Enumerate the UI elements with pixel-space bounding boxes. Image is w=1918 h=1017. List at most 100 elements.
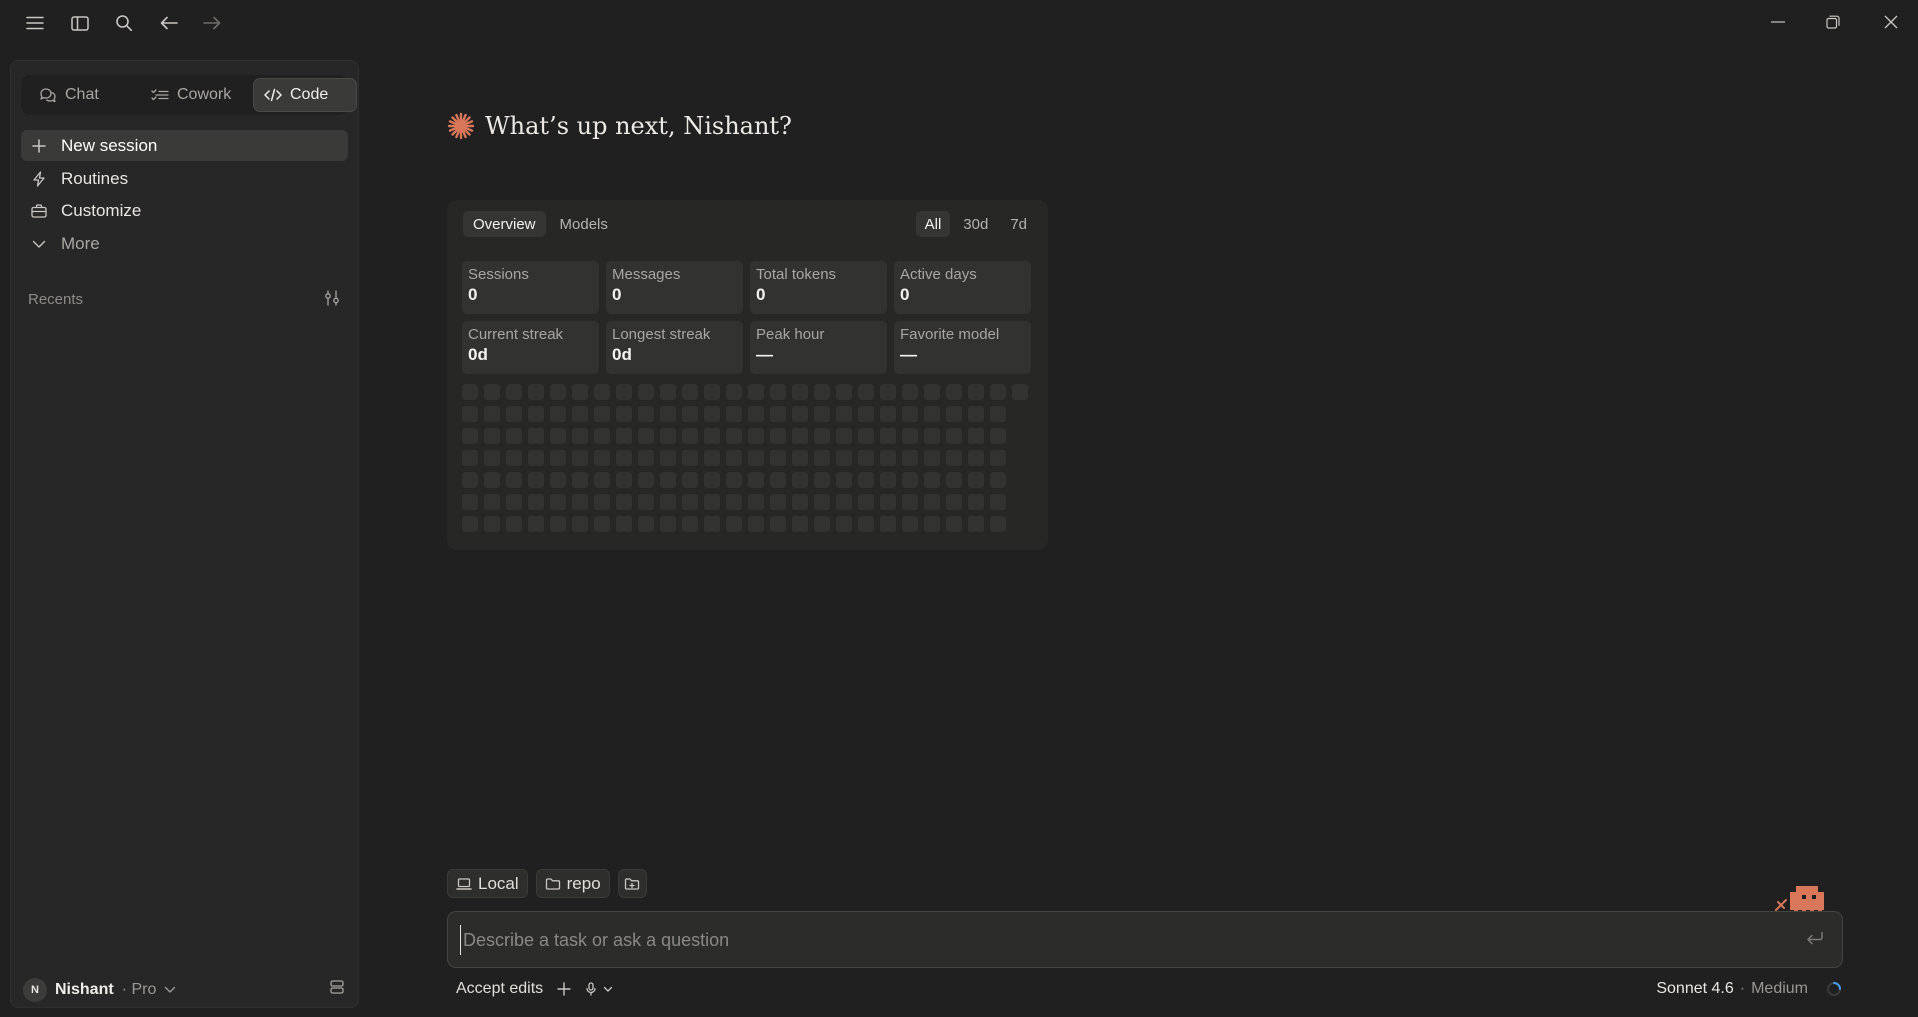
heatmap-cell bbox=[660, 516, 676, 532]
model-selector[interactable]: Sonnet 4.6 · Medium bbox=[1656, 980, 1842, 998]
heatmap-cell bbox=[704, 384, 720, 400]
prompt-input[interactable] bbox=[460, 925, 1765, 955]
heatmap-cell bbox=[990, 450, 1006, 466]
heatmap-cell bbox=[704, 516, 720, 532]
stat-active-days: Active days 0 bbox=[894, 261, 1031, 314]
stat-grid: Sessions 0 Messages 0 Total tokens 0 Active… bbox=[462, 261, 1031, 374]
stat-longest-streak: Longest streak 0d bbox=[606, 321, 743, 374]
heatmap-cell bbox=[770, 406, 786, 422]
stat-label: Active days bbox=[900, 266, 977, 283]
heatmap-cell bbox=[528, 428, 544, 444]
heatmap-cell bbox=[924, 516, 940, 532]
forward-arrow-icon[interactable] bbox=[201, 12, 223, 34]
heatmap-cell bbox=[902, 516, 918, 532]
heatmap-cell bbox=[638, 450, 654, 466]
local-chip[interactable]: Local bbox=[447, 869, 528, 898]
heatmap-cell bbox=[660, 384, 676, 400]
heatmap-cell bbox=[616, 494, 632, 510]
stat-value: — bbox=[900, 345, 917, 364]
stat-current-streak: Current streak 0d bbox=[462, 321, 599, 374]
enter-icon[interactable] bbox=[1806, 931, 1824, 945]
heatmap-cell bbox=[990, 406, 1006, 422]
range-30d[interactable]: 30d bbox=[954, 211, 997, 237]
heatmap-cell bbox=[682, 472, 698, 488]
greeting: What’s up next, Nishant? bbox=[447, 108, 792, 144]
heatmap-cell bbox=[748, 450, 764, 466]
heatmap-cell bbox=[748, 472, 764, 488]
heatmap-cell bbox=[660, 450, 676, 466]
heatmap-cell bbox=[528, 494, 544, 510]
heatmap-cell bbox=[726, 450, 742, 466]
model-separator: · bbox=[1739, 980, 1746, 997]
range-all[interactable]: All bbox=[915, 211, 951, 237]
heatmap-cell bbox=[858, 516, 874, 532]
back-arrow-icon[interactable] bbox=[158, 12, 180, 34]
heatmap-cell bbox=[968, 472, 984, 488]
heatmap-cell bbox=[924, 494, 940, 510]
stat-value: 0 bbox=[900, 285, 910, 304]
heatmap-cell bbox=[638, 516, 654, 532]
heatmap-cell bbox=[792, 516, 808, 532]
stat-peak-hour: Peak hour — bbox=[750, 321, 887, 374]
heatmap-cell bbox=[594, 406, 610, 422]
heatmap-cell bbox=[704, 406, 720, 422]
heatmap-cell bbox=[528, 384, 544, 400]
heatmap-cell bbox=[924, 472, 940, 488]
sidebar-toggle-icon[interactable] bbox=[69, 12, 91, 34]
stat-total-tokens: Total tokens 0 bbox=[750, 261, 887, 314]
restore-icon[interactable] bbox=[1813, 8, 1853, 36]
heatmap-cell bbox=[792, 384, 808, 400]
close-icon[interactable] bbox=[1871, 8, 1911, 36]
heatmap-cell bbox=[638, 406, 654, 422]
stat-label: Longest streak bbox=[612, 326, 711, 343]
user-plan: · Pro bbox=[121, 981, 157, 998]
heatmap-cell bbox=[770, 516, 786, 532]
heatmap-cell bbox=[814, 428, 830, 444]
sidebar-item-routines[interactable]: Routines bbox=[21, 163, 348, 194]
greeting-text: What’s up next, Nishant? bbox=[485, 112, 792, 140]
accept-edits-button[interactable]: Accept edits bbox=[456, 980, 543, 998]
spark-logo-icon bbox=[447, 112, 475, 140]
user-name: Nishant bbox=[55, 981, 114, 998]
tab-overview[interactable]: Overview bbox=[463, 211, 546, 237]
user-menu[interactable]: N Nishant · Pro bbox=[23, 976, 176, 1004]
heatmap-cell bbox=[792, 428, 808, 444]
stat-sessions: Sessions 0 bbox=[462, 261, 599, 314]
heatmap-cell bbox=[968, 516, 984, 532]
composer-options: Accept edits bbox=[456, 980, 613, 998]
heatmap-cell bbox=[814, 494, 830, 510]
tab-chat[interactable]: Chat bbox=[29, 78, 129, 112]
heatmap-cell bbox=[792, 450, 808, 466]
heatmap-cell bbox=[594, 472, 610, 488]
plus-icon[interactable] bbox=[557, 982, 571, 996]
heatmap-cell bbox=[748, 406, 764, 422]
new-session-button[interactable]: New session bbox=[21, 130, 348, 161]
tab-cowork[interactable]: Cowork bbox=[141, 78, 251, 112]
add-folder-button[interactable] bbox=[617, 869, 647, 898]
sidebar-item-customize[interactable]: Customize bbox=[21, 195, 348, 226]
heatmap-cell bbox=[924, 428, 940, 444]
heatmap-cell bbox=[726, 428, 742, 444]
tab-models[interactable]: Models bbox=[550, 211, 618, 237]
layout-toggle-icon[interactable] bbox=[329, 979, 345, 995]
sidebar-item-more[interactable]: More bbox=[21, 228, 348, 259]
minimize-icon[interactable] bbox=[1758, 8, 1798, 36]
heatmap-cell bbox=[1012, 384, 1028, 400]
chat-bubbles-icon bbox=[39, 87, 57, 103]
heatmap-cell bbox=[902, 494, 918, 510]
search-icon[interactable] bbox=[113, 12, 135, 34]
tab-code[interactable]: Code bbox=[253, 78, 357, 112]
menu-icon[interactable] bbox=[24, 12, 46, 34]
heatmap-cell bbox=[858, 472, 874, 488]
heatmap-cell bbox=[528, 516, 544, 532]
heatmap-cell bbox=[506, 472, 522, 488]
heatmap-cell bbox=[946, 406, 962, 422]
heatmap-cell bbox=[506, 494, 522, 510]
range-7d[interactable]: 7d bbox=[1001, 211, 1036, 237]
filter-sliders-icon[interactable] bbox=[323, 289, 341, 307]
mic-dropdown[interactable] bbox=[585, 982, 613, 996]
repo-chip[interactable]: repo bbox=[535, 869, 610, 898]
chevron-down-icon bbox=[603, 986, 613, 993]
heatmap-cell bbox=[770, 384, 786, 400]
heatmap-cell bbox=[814, 472, 830, 488]
